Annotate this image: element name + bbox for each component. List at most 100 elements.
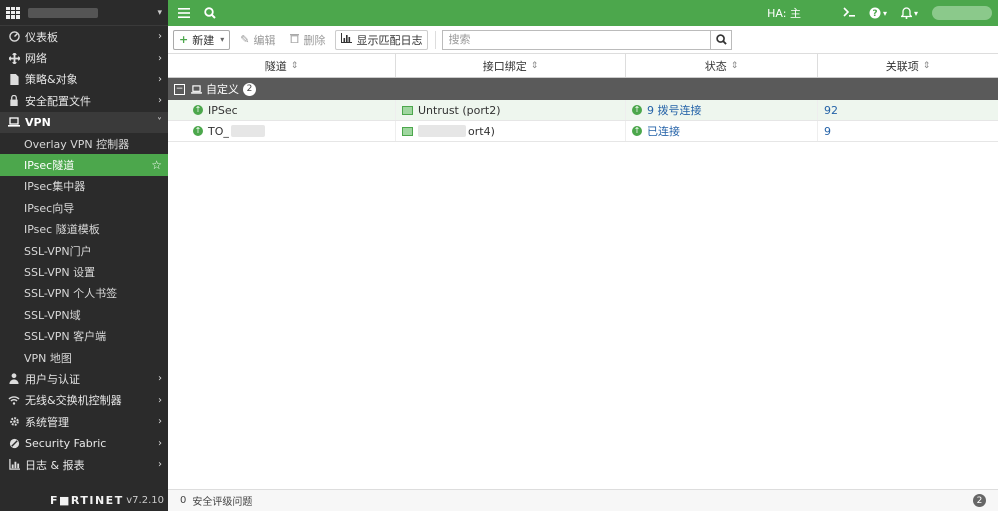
- chevron-down-icon: ˅: [157, 116, 162, 128]
- chevron-right-icon: ›: [158, 373, 162, 385]
- interface-name: ort4): [468, 124, 495, 138]
- tunnel-name: TO_: [208, 124, 229, 138]
- chevron-right-icon: ›: [158, 394, 162, 406]
- version-label: v7.2.10: [126, 494, 164, 506]
- sidebar-item-wifi-switch[interactable]: 无线&交换机控制器 ›: [0, 390, 168, 411]
- sidebar-item-label: SSL-VPN 设置: [24, 265, 96, 279]
- sidebar-subitem-ipsec-tunnels[interactable]: IPsec隧道 ☆: [0, 154, 168, 176]
- sidebar-item-label: SSL-VPN 客户端: [24, 330, 107, 344]
- sidebar-subitem-sslvpn-settings[interactable]: SSL-VPN 设置: [0, 261, 168, 282]
- sidebar-item-label: IPsec隧道: [24, 159, 75, 173]
- group-label: 自定义: [206, 83, 239, 96]
- network-icon: [8, 52, 20, 64]
- sidebar-item-label: IPsec向导: [24, 201, 75, 215]
- tunnel-name: IPSec: [208, 103, 238, 117]
- show-matching-logs-label: 显示匹配日志: [356, 33, 423, 47]
- sidebar-item-label: 安全配置文件: [25, 94, 91, 108]
- sidebar-item-label: 仪表板: [25, 30, 58, 44]
- search-button[interactable]: [710, 29, 733, 50]
- status-link[interactable]: 9 拨号连接: [647, 102, 702, 118]
- fabric-icon: [8, 437, 20, 449]
- sidebar-item-system[interactable]: 系统管理 ›: [0, 411, 168, 432]
- menu-icon[interactable]: [174, 3, 194, 23]
- search-icon: [716, 34, 727, 45]
- sidebar-item-label: SSL-VPN域: [24, 308, 81, 322]
- cell-references[interactable]: 92: [818, 100, 998, 120]
- sidebar-item-network[interactable]: 网络 ›: [0, 47, 168, 68]
- edit-button[interactable]: ✎ 编辑: [235, 30, 280, 50]
- sidebar-subitem-vpn-map[interactable]: VPN 地图: [0, 347, 168, 368]
- delete-button[interactable]: 删除: [285, 30, 330, 50]
- sidebar-item-label: 系统管理: [25, 415, 69, 429]
- user-menu-redacted[interactable]: [932, 6, 992, 20]
- sidebar-item-security-fabric[interactable]: Security Fabric ›: [0, 432, 168, 453]
- sidebar-subitem-sslvpn-bookmarks[interactable]: SSL-VPN 个人书签: [0, 283, 168, 304]
- sidebar-item-label: 网络: [25, 52, 47, 66]
- status-link[interactable]: 已连接: [647, 123, 680, 139]
- cell-status[interactable]: ↑ 9 拨号连接: [626, 100, 818, 120]
- column-header-interface[interactable]: 接口绑定 ⇕: [396, 54, 626, 77]
- help-icon[interactable]: ? ▾: [869, 7, 887, 19]
- table-row[interactable]: ↑ TO_ ort4) ↑ 已连接 9: [168, 121, 998, 142]
- status-up-icon: ↑: [632, 126, 642, 136]
- sidebar-item-policy[interactable]: 策略&对象 ›: [0, 69, 168, 90]
- sidebar-subitem-sslvpn-realm[interactable]: SSL-VPN域: [0, 304, 168, 325]
- notification-badge[interactable]: 2: [973, 494, 986, 507]
- sort-icon: ⇕: [530, 60, 539, 71]
- search-icon[interactable]: [200, 3, 220, 23]
- sidebar-item-label: 策略&对象: [25, 73, 78, 87]
- wifi-icon: [8, 394, 20, 406]
- logo-icon: [6, 6, 20, 19]
- sidebar-item-label: IPsec 隧道模板: [24, 223, 100, 237]
- chevron-right-icon: ›: [158, 95, 162, 107]
- sort-icon: ⇕: [730, 60, 739, 71]
- column-label: 隧道: [264, 59, 287, 73]
- table-header: 隧道 ⇕ 接口绑定 ⇕ 状态 ⇕ 关联项 ⇕: [168, 54, 998, 78]
- new-button[interactable]: + 新建 ▾: [173, 29, 231, 50]
- top-bar: HA: 主 ? ▾ ▾: [168, 0, 998, 26]
- column-header-references[interactable]: 关联项 ⇕: [818, 54, 998, 77]
- sidebar-item-user-auth[interactable]: 用户与认证 ›: [0, 368, 168, 389]
- cli-console-icon[interactable]: [843, 6, 855, 20]
- security-rating-count[interactable]: 0: [180, 495, 186, 506]
- references-link[interactable]: 9: [824, 125, 831, 138]
- sidebar: ▾ 仪表板 › 网络 › 策略&对象 › 安全配置文件 › VPN ˅ Over…: [0, 0, 168, 511]
- sidebar-item-security-profiles[interactable]: 安全配置文件 ›: [0, 90, 168, 111]
- sidebar-header[interactable]: ▾: [0, 0, 168, 26]
- group-row-custom[interactable]: − 自定义 2: [168, 78, 998, 100]
- sidebar-subitem-ipsec-concentrator[interactable]: IPsec集中器: [0, 176, 168, 197]
- cell-interface: ort4): [396, 121, 626, 141]
- user-icon: [8, 373, 20, 385]
- pencil-icon: ✎: [240, 33, 250, 46]
- security-rating-label[interactable]: 安全评级问题: [192, 493, 252, 508]
- search-input[interactable]: [442, 29, 711, 50]
- group-count-badge: 2: [243, 82, 256, 96]
- sidebar-subitem-ipsec-template[interactable]: IPsec 隧道模板: [0, 219, 168, 240]
- sidebar-subitem-sslvpn-client[interactable]: SSL-VPN 客户端: [0, 325, 168, 346]
- cell-status[interactable]: ↑ 已连接: [626, 121, 818, 141]
- laptop-icon: [8, 116, 20, 128]
- sidebar-item-dashboard[interactable]: 仪表板 ›: [0, 26, 168, 47]
- table-row[interactable]: ↑ IPSec Untrust (port2) ↑ 9 拨号连接 92: [168, 100, 998, 121]
- sidebar-item-log-report[interactable]: 日志 & 报表 ›: [0, 454, 168, 475]
- svg-text:?: ?: [872, 9, 877, 19]
- chevron-down-icon: ▾: [157, 7, 162, 18]
- column-header-tunnel[interactable]: 隧道 ⇕: [168, 54, 396, 77]
- collapse-icon[interactable]: −: [174, 83, 185, 95]
- star-icon[interactable]: ☆: [151, 158, 162, 172]
- edit-button-label: 编辑: [253, 33, 276, 47]
- show-matching-logs-button[interactable]: 显示匹配日志: [335, 29, 429, 50]
- sidebar-item-vpn[interactable]: VPN ˅: [0, 111, 168, 133]
- sidebar-subitem-overlay-vpn[interactable]: Overlay VPN 控制器: [0, 133, 168, 154]
- references-link[interactable]: 92: [824, 104, 838, 117]
- bell-icon[interactable]: ▾: [900, 7, 918, 19]
- sidebar-subitem-ipsec-wizard[interactable]: IPsec向导: [0, 197, 168, 218]
- toolbar-divider: [435, 30, 437, 49]
- hostname-redacted: [28, 7, 98, 18]
- sidebar-subitem-sslvpn-portal[interactable]: SSL-VPN门户: [0, 240, 168, 261]
- delete-button-label: 删除: [303, 33, 326, 47]
- sidebar-item-label: VPN: [25, 115, 51, 129]
- column-header-status[interactable]: 状态 ⇕: [626, 54, 818, 77]
- cell-references[interactable]: 9: [818, 121, 998, 141]
- sort-icon: ⇕: [922, 60, 931, 71]
